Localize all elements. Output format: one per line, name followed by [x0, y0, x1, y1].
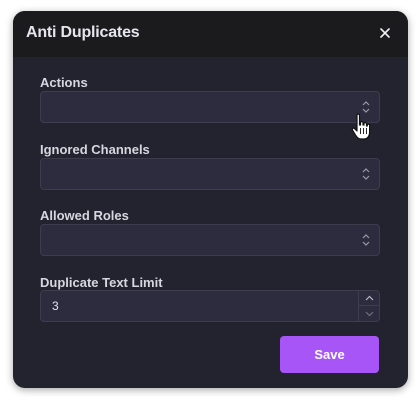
hand-cursor-icon [351, 113, 371, 140]
close-button[interactable] [374, 22, 396, 44]
close-icon [380, 28, 390, 38]
increment-button[interactable] [359, 291, 379, 306]
chevron-up-icon [365, 295, 373, 301]
chevron-down-icon [365, 311, 373, 316]
modal-header: Anti Duplicates [13, 11, 408, 57]
ignored-channels-select[interactable] [40, 158, 380, 190]
anti-duplicates-modal: Anti Duplicates Actions Ignored Channels… [13, 11, 408, 388]
duplicate-text-limit-input[interactable]: 3 [40, 290, 380, 322]
chevron-up-down-icon [362, 168, 370, 180]
ignored-channels-label: Ignored Channels [40, 142, 150, 157]
chevron-up-down-icon [362, 234, 370, 246]
number-stepper[interactable] [358, 291, 379, 321]
duplicate-text-limit-value[interactable]: 3 [52, 299, 59, 313]
save-button[interactable]: Save [280, 336, 379, 373]
allowed-roles-label: Allowed Roles [40, 208, 129, 223]
modal-title: Anti Duplicates [26, 24, 140, 41]
actions-select[interactable] [40, 91, 380, 123]
decrement-button[interactable] [359, 306, 379, 321]
actions-label: Actions [40, 75, 88, 90]
duplicate-text-limit-label: Duplicate Text Limit [40, 275, 163, 290]
allowed-roles-select[interactable] [40, 224, 380, 256]
